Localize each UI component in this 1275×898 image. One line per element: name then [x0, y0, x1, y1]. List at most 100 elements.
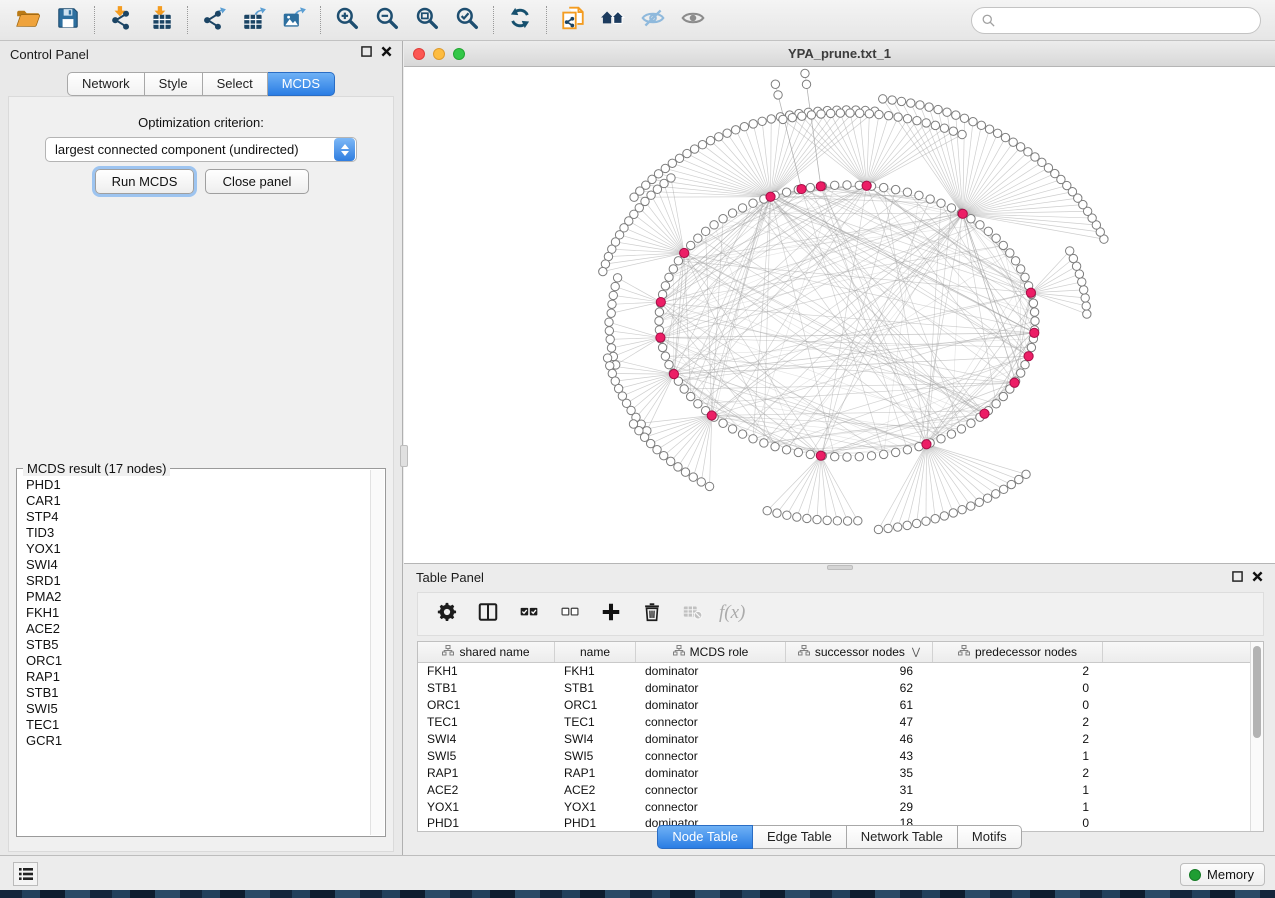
columns-icon — [477, 601, 499, 628]
search-box[interactable] — [971, 7, 1261, 34]
export-table-button[interactable] — [234, 3, 274, 37]
table-row[interactable]: STB1STB1dominator620 — [418, 680, 1250, 697]
column-header-successor_nodes[interactable]: successor nodes⋁ — [786, 642, 933, 662]
column-header-name[interactable]: name — [555, 642, 636, 662]
scrollbar-thumb[interactable] — [1253, 646, 1261, 738]
hide-selected-button[interactable] — [633, 3, 673, 37]
mcds-result-item[interactable]: SWI5 — [18, 701, 370, 717]
export-network-button[interactable] — [194, 3, 234, 37]
cell-successor_nodes: 31 — [786, 783, 933, 797]
export-image-button[interactable] — [274, 3, 314, 37]
table-row[interactable]: ACE2ACE2connector311 — [418, 781, 1250, 798]
export-image-icon — [281, 5, 307, 36]
table-row[interactable]: FKH1FKH1dominator962 — [418, 663, 1250, 680]
tab-network-table[interactable]: Network Table — [847, 825, 958, 849]
mcds-result-item[interactable]: SRD1 — [18, 573, 370, 589]
delete-row-button[interactable] — [633, 597, 670, 631]
task-history-button[interactable] — [13, 862, 38, 886]
column-header-mcds_role[interactable]: MCDS role — [636, 642, 786, 662]
cell-predecessor_nodes: 2 — [933, 766, 1103, 780]
memory-button[interactable]: Memory — [1180, 863, 1265, 886]
mcds-result-item[interactable]: SWI4 — [18, 557, 370, 573]
zoom-selected-button[interactable] — [447, 3, 487, 37]
duplicate-network-button[interactable] — [553, 3, 593, 37]
mcds-result-item[interactable]: TID3 — [18, 525, 370, 541]
run-mcds-button[interactable]: Run MCDS — [95, 169, 194, 194]
cell-successor_nodes: 35 — [786, 766, 933, 780]
table-row[interactable]: ORC1ORC1dominator610 — [418, 697, 1250, 714]
zoom-out-button[interactable] — [367, 3, 407, 37]
export-table-icon — [241, 5, 267, 36]
delete-table-disabled-icon — [682, 601, 704, 628]
search-input[interactable] — [996, 10, 1260, 32]
tab-style[interactable]: Style — [145, 72, 203, 96]
columns-button[interactable] — [469, 597, 506, 631]
table-row[interactable]: SWI5SWI5connector431 — [418, 747, 1250, 764]
gear-button[interactable] — [428, 597, 465, 631]
refresh-button[interactable] — [500, 3, 540, 37]
mcds-panel: Optimization criterion: largest connecte… — [8, 96, 394, 852]
select-all-icon — [519, 602, 539, 627]
close-panel-button[interactable]: Close panel — [205, 169, 309, 194]
hide-selected-icon — [640, 5, 666, 36]
open-folder-button[interactable] — [8, 3, 48, 37]
mcds-result-item[interactable]: STP4 — [18, 509, 370, 525]
float-panel-icon[interactable] — [1232, 571, 1243, 582]
mcds-result-item[interactable]: YOX1 — [18, 541, 370, 557]
add-row-button[interactable] — [592, 597, 629, 631]
table-panel-grip[interactable] — [827, 565, 853, 570]
duplicate-network-icon — [560, 5, 586, 36]
import-network-button[interactable] — [101, 3, 141, 37]
cell-predecessor_nodes: 0 — [933, 698, 1103, 712]
cell-mcds_role: dominator — [636, 766, 786, 780]
show-all-button[interactable] — [673, 3, 713, 37]
cell-shared_name: ORC1 — [418, 698, 555, 712]
tab-node-table[interactable]: Node Table — [657, 825, 753, 849]
tab-select[interactable]: Select — [203, 72, 268, 96]
save-button[interactable] — [48, 3, 88, 37]
table-row[interactable]: YOX1YOX1connector291 — [418, 798, 1250, 815]
mcds-result-item[interactable]: TEC1 — [18, 717, 370, 733]
deselect-all-button[interactable] — [551, 597, 588, 631]
close-panel-icon[interactable] — [1252, 571, 1263, 582]
mcds-result-item[interactable]: ACE2 — [18, 621, 370, 637]
select-all-button[interactable] — [510, 597, 547, 631]
network-canvas[interactable] — [404, 67, 1275, 563]
cell-mcds_role: dominator — [636, 698, 786, 712]
mcds-result-item[interactable]: ORC1 — [18, 653, 370, 669]
table-row[interactable]: RAP1RAP1dominator352 — [418, 764, 1250, 781]
mcds-result-item[interactable]: GCR1 — [18, 733, 370, 749]
cell-shared_name: RAP1 — [418, 766, 555, 780]
mcds-result-item[interactable]: STB5 — [18, 637, 370, 653]
tab-motifs[interactable]: Motifs — [958, 825, 1022, 849]
criterion-dropdown[interactable]: largest connected component (undirected) — [45, 137, 357, 162]
column-header-shared_name[interactable]: shared name — [418, 642, 555, 662]
mcds-result-item[interactable]: FKH1 — [18, 605, 370, 621]
cell-predecessor_nodes: 2 — [933, 715, 1103, 729]
table-toolbar: f(x) — [417, 592, 1264, 636]
mcds-result-item[interactable]: PMA2 — [18, 589, 370, 605]
tab-edge-table[interactable]: Edge Table — [753, 825, 847, 849]
mcds-result-item[interactable]: RAP1 — [18, 669, 370, 685]
table-row[interactable]: SWI4SWI4dominator462 — [418, 731, 1250, 748]
tab-mcds[interactable]: MCDS — [268, 72, 335, 96]
import-table-button[interactable] — [141, 3, 181, 37]
zoom-fit-button[interactable] — [407, 3, 447, 37]
mcds-result-item[interactable]: STB1 — [18, 685, 370, 701]
float-panel-icon[interactable] — [361, 46, 372, 57]
close-panel-icon[interactable] — [381, 46, 392, 57]
column-header-predecessor_nodes[interactable]: predecessor nodes — [933, 642, 1103, 662]
cell-name: SWI4 — [555, 732, 636, 746]
table-row[interactable]: TEC1TEC1connector472 — [418, 714, 1250, 731]
first-neighbors-button[interactable] — [593, 3, 633, 37]
table-scrollbar[interactable] — [1250, 642, 1263, 831]
tab-network[interactable]: Network — [67, 72, 145, 96]
node-table: shared namenameMCDS rolesuccessor nodes⋁… — [417, 641, 1264, 832]
zoom-in-button[interactable] — [327, 3, 367, 37]
splitter-grip[interactable] — [400, 445, 408, 467]
mcds-result-scrollbar[interactable] — [370, 470, 384, 835]
column-label: successor nodes — [815, 645, 905, 659]
mcds-result-item[interactable]: CAR1 — [18, 493, 370, 509]
mcds-result-item[interactable]: PHD1 — [18, 477, 370, 493]
zoom-fit-icon — [414, 5, 440, 36]
